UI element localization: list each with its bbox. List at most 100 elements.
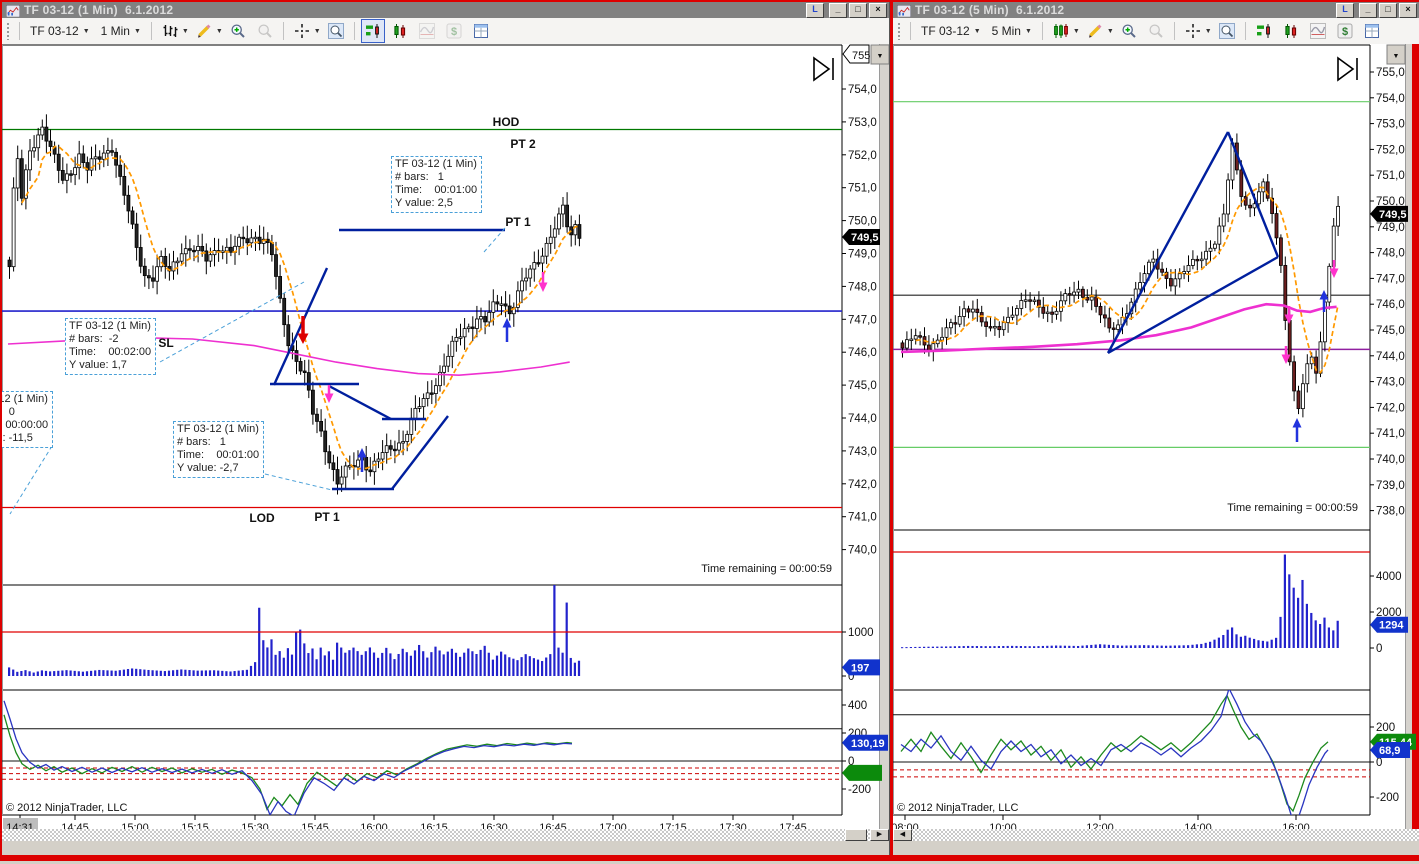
titlebar[interactable]: TF 03-12 (1 Min) 6.1.2012 L _ □ × bbox=[2, 2, 889, 18]
svg-text:HOD: HOD bbox=[493, 115, 520, 129]
chevron-down-icon[interactable]: ▼ bbox=[216, 28, 223, 35]
chart-tooltip: TF 03-12 (1 Min) # bars: 1 Time: 00:01:0… bbox=[173, 421, 265, 478]
crosshair-selector-icon[interactable] bbox=[1181, 19, 1205, 43]
toolbar-separator bbox=[353, 22, 355, 40]
horizontal-scrollbar[interactable]: ▶ bbox=[2, 829, 889, 841]
chart-tooltip: TF 03-12 (1 Min) # bars: -2 Time: 00:02:… bbox=[65, 318, 157, 375]
svg-text:LOD: LOD bbox=[249, 511, 275, 525]
interval-selector-label: 5 Min bbox=[991, 24, 1021, 38]
svg-text:PT 1: PT 1 bbox=[505, 215, 531, 229]
draw-tool-icon[interactable] bbox=[1083, 19, 1107, 43]
zoom-out-icon bbox=[1144, 19, 1168, 43]
window-controls: L _ □ × bbox=[806, 3, 887, 18]
chevron-down-icon[interactable]: ▼ bbox=[182, 28, 189, 35]
chart-canvas[interactable]: 755,0754,0753,0752,0751,0750,0749,0748,0… bbox=[893, 44, 1419, 841]
svg-text:746,0: 746,0 bbox=[1376, 299, 1405, 311]
svg-text:200: 200 bbox=[1376, 722, 1395, 734]
volume-panel bbox=[8, 585, 581, 676]
svg-text:740,0: 740,0 bbox=[1376, 454, 1405, 466]
interval-selector[interactable]: 5 Min ▼ bbox=[988, 22, 1036, 40]
scroll-right-button[interactable]: ▶ bbox=[870, 829, 889, 841]
data-series-properties-icon[interactable] bbox=[469, 19, 493, 43]
chart-window-5min: TF 03-12 (5 Min) 6.1.2012 L _ □ × TF 03-12 ▼… bbox=[893, 2, 1419, 855]
svg-text:754,0: 754,0 bbox=[1376, 93, 1405, 105]
svg-text:753,0: 753,0 bbox=[848, 117, 877, 129]
zoom-in-icon[interactable] bbox=[1117, 19, 1141, 43]
svg-text:741,0: 741,0 bbox=[848, 512, 877, 524]
data-series-properties-icon[interactable] bbox=[1360, 19, 1384, 43]
chart-area[interactable]: 755,0 754,0 753,0 752,0 751,0 750,0 749,0 748,0… bbox=[893, 44, 1419, 841]
chart-trader-icon[interactable] bbox=[360, 19, 385, 43]
bar-type-selector-icon[interactable] bbox=[1049, 19, 1073, 43]
svg-text:742,0: 742,0 bbox=[1376, 402, 1405, 414]
toolbar-separator bbox=[19, 22, 20, 40]
chart-tooltip: TF 03-12 (1 Min) # bars: 1 Time: 00:01:0… bbox=[391, 156, 483, 213]
dollar-tool-icon: $ bbox=[442, 19, 466, 43]
svg-text:PT 2: PT 2 bbox=[510, 137, 536, 151]
link-button[interactable]: L bbox=[1336, 3, 1354, 18]
go-to-end-icon bbox=[1337, 56, 1355, 82]
price-scale-dropdown[interactable]: ▼ bbox=[1386, 44, 1406, 65]
data-box-icon[interactable] bbox=[324, 19, 348, 43]
minimize-button[interactable]: _ bbox=[829, 3, 847, 18]
chart-trader-icon[interactable] bbox=[1252, 19, 1276, 43]
scroll-left-button[interactable]: ◀ bbox=[893, 829, 912, 841]
zoom-out-icon bbox=[253, 19, 277, 43]
toolbar-grip[interactable] bbox=[6, 22, 11, 40]
svg-text:750,0: 750,0 bbox=[848, 216, 877, 228]
interval-selector[interactable]: 1 Min ▼ bbox=[97, 22, 145, 40]
svg-text:-200: -200 bbox=[848, 784, 871, 796]
toolbar-grip[interactable] bbox=[897, 22, 902, 40]
data-box-icon[interactable] bbox=[1215, 19, 1239, 43]
link-button[interactable]: L bbox=[806, 3, 824, 18]
svg-text:1000: 1000 bbox=[848, 627, 874, 639]
svg-text:749,5: 749,5 bbox=[851, 232, 879, 244]
svg-text:749,0: 749,0 bbox=[848, 249, 877, 261]
chart-window-icon bbox=[896, 4, 912, 18]
chart-tooltip: TF 03-12 (1 Min) # bars: 0 Time: 00:00:0… bbox=[2, 391, 54, 448]
bar-spacing-icon[interactable] bbox=[388, 19, 412, 43]
bar-type-selector-icon[interactable] bbox=[158, 19, 182, 43]
interval-selector-label: 1 Min bbox=[100, 24, 130, 38]
minimize-button[interactable]: _ bbox=[1359, 3, 1377, 18]
chevron-down-icon: ▼ bbox=[1024, 27, 1032, 35]
price-scale-dropdown[interactable]: ▼ bbox=[870, 44, 889, 65]
maximize-button[interactable]: □ bbox=[849, 3, 867, 18]
titlebar[interactable]: TF 03-12 (5 Min) 6.1.2012 L _ □ × bbox=[893, 2, 1419, 18]
horizontal-scrollbar[interactable]: ◀ bbox=[893, 829, 1419, 841]
bar-spacing-icon[interactable] bbox=[1279, 19, 1303, 43]
scrollbar-thumb[interactable] bbox=[845, 829, 867, 841]
draw-tool-icon[interactable] bbox=[192, 19, 216, 43]
chart-overlay-icon[interactable] bbox=[1306, 19, 1330, 43]
instrument-selector[interactable]: TF 03-12 ▼ bbox=[26, 22, 94, 40]
instrument-selector[interactable]: TF 03-12 ▼ bbox=[917, 22, 985, 40]
maximize-button[interactable]: □ bbox=[1379, 3, 1397, 18]
close-button[interactable]: × bbox=[1399, 3, 1417, 18]
chevron-down-icon[interactable]: ▼ bbox=[1205, 28, 1212, 35]
crosshair-selector-icon[interactable] bbox=[290, 19, 314, 43]
chart-area[interactable]: 754,0 753,0 752,0 751,0 750,0 749,0 748,0 747,0… bbox=[2, 44, 889, 841]
svg-text:-200: -200 bbox=[1376, 792, 1399, 804]
chevron-down-icon[interactable]: ▼ bbox=[314, 28, 321, 35]
zoom-in-icon[interactable] bbox=[226, 19, 250, 43]
svg-text:745,0: 745,0 bbox=[1376, 325, 1405, 337]
svg-text:747,0: 747,0 bbox=[1376, 273, 1405, 285]
close-button[interactable]: × bbox=[869, 3, 887, 18]
svg-text:68,9: 68,9 bbox=[1379, 745, 1400, 757]
chevron-down-icon[interactable]: ▼ bbox=[1107, 28, 1114, 35]
svg-text:744,0: 744,0 bbox=[1376, 351, 1405, 363]
toolbar-separator bbox=[910, 22, 911, 40]
svg-text:0: 0 bbox=[1376, 643, 1382, 655]
svg-text:739,0: 739,0 bbox=[1376, 480, 1405, 492]
chevron-down-icon[interactable]: ▼ bbox=[1073, 28, 1080, 35]
svg-text:752,0: 752,0 bbox=[1376, 144, 1405, 156]
svg-text:1294: 1294 bbox=[1379, 620, 1404, 632]
chart-toolbar: TF 03-12 ▼ 5 Min ▼ ▼ ▼ ▼ $ bbox=[893, 18, 1419, 45]
ma-orange-dashed bbox=[21, 145, 580, 470]
svg-text:Time remaining = 00:00:59: Time remaining = 00:00:59 bbox=[701, 563, 832, 575]
svg-text:▼: ▼ bbox=[877, 53, 884, 60]
toolbar-separator bbox=[1041, 22, 1043, 40]
svg-text:130,19: 130,19 bbox=[851, 738, 885, 750]
svg-text:743,0: 743,0 bbox=[848, 446, 877, 458]
dollar-tool-icon[interactable]: $ bbox=[1333, 19, 1357, 43]
